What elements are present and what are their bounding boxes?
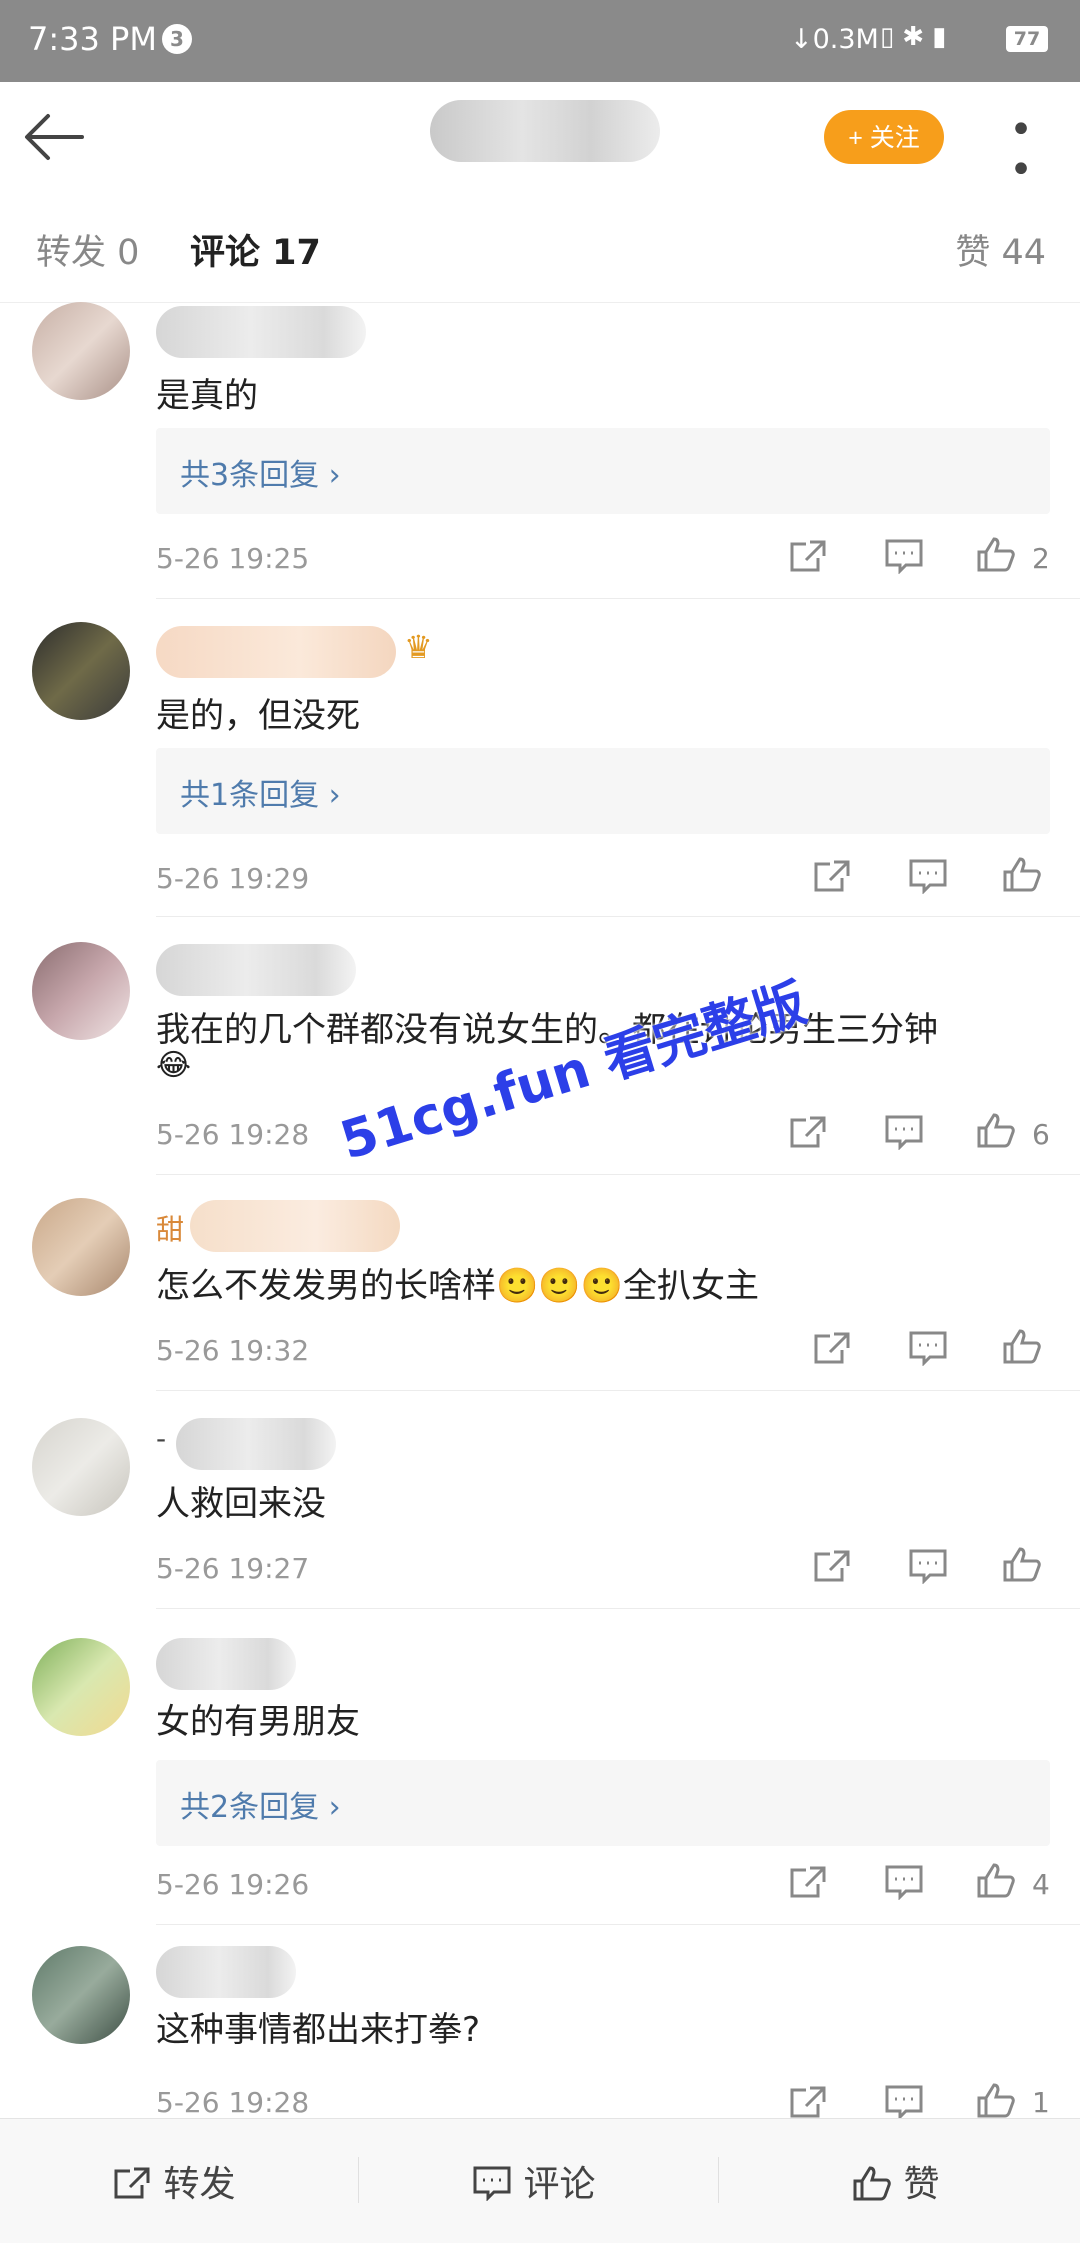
username-blurred[interactable] <box>156 306 366 358</box>
like-count: 4 <box>1032 1868 1050 1901</box>
bottom-action-bar: 转发 评论 赞 <box>0 2118 1080 2243</box>
comment-text: 是的，但没死 <box>156 696 360 736</box>
comment-icon[interactable] <box>908 1330 948 1366</box>
reply-count-label: 共2条回复 › <box>180 1790 341 1825</box>
share-icon[interactable] <box>812 1330 852 1366</box>
comment-text: 人救回来没 <box>156 1484 326 1524</box>
like-icon <box>853 2166 891 2201</box>
username-blurred[interactable] <box>156 1638 296 1690</box>
tab-repost[interactable]: 转发 0 <box>36 224 139 275</box>
comment-icon[interactable] <box>908 858 948 894</box>
like-icon[interactable] <box>976 2082 1016 2118</box>
comment-time: 5-26 19:29 <box>156 862 310 895</box>
like-icon[interactable] <box>976 1112 1016 1148</box>
like-label: 赞 <box>903 2164 940 2205</box>
divider <box>156 1608 1080 1609</box>
tab-comments[interactable]: 评论 17 <box>190 224 321 275</box>
watermark-text: 51cg.fun 看完整版 <box>333 973 814 1172</box>
like-count: 6 <box>1032 1118 1050 1151</box>
like-icon[interactable] <box>1002 1546 1042 1582</box>
comment-button[interactable]: 评论 <box>472 2155 595 2207</box>
comment-time: 5-26 19:32 <box>156 1334 310 1367</box>
avatar[interactable] <box>32 302 130 400</box>
divider <box>156 1924 1080 1925</box>
comment-time: 5-26 19:27 <box>156 1552 310 1585</box>
username-blurred[interactable] <box>156 1946 296 1998</box>
more-icon[interactable]: • • • <box>992 110 1054 230</box>
comment-time: 5-26 19:28 <box>156 1118 310 1151</box>
share-icon[interactable] <box>812 858 852 894</box>
network-speed: ↓0.3M <box>790 24 879 55</box>
comment-time: 5-26 19:25 <box>156 542 310 575</box>
avatar[interactable] <box>32 1198 130 1296</box>
comment-icon[interactable] <box>908 1548 948 1584</box>
signal-icons: ▯✱▮ <box>880 22 955 52</box>
share-icon[interactable] <box>788 1114 828 1150</box>
tab-bar: 转发 0 评论 17 赞 44 <box>0 190 1080 303</box>
share-icon[interactable] <box>788 1864 828 1900</box>
username-blurred[interactable] <box>190 1200 400 1252</box>
avatar[interactable] <box>32 1946 130 2044</box>
avatar[interactable] <box>32 1418 130 1516</box>
battery-icon: 77 <box>1006 26 1048 52</box>
avatar[interactable] <box>32 1638 130 1736</box>
like-button[interactable]: 赞 <box>852 2155 939 2207</box>
notification-count-badge: 3 <box>162 24 192 54</box>
divider <box>156 916 1080 917</box>
like-count: 2 <box>1032 542 1050 575</box>
comment-icon <box>473 2166 511 2202</box>
divider <box>718 2157 719 2203</box>
username-blurred[interactable] <box>156 626 396 678</box>
comment-text: 女的有男朋友 <box>156 1702 360 1742</box>
username-prefix: - <box>156 1422 167 1455</box>
reply-count-link[interactable]: 共1条回复 › <box>156 748 1050 834</box>
comment-text: 怎么不发发男的长啥样🙂🙂🙂全扒女主 <box>156 1266 760 1306</box>
comment-label: 评论 <box>523 2164 596 2205</box>
like-icon[interactable] <box>976 536 1016 572</box>
username-blurred[interactable] <box>176 1418 336 1470</box>
username-blurred[interactable] <box>156 944 356 996</box>
username-prefix: 甜 <box>156 1213 185 1246</box>
comment-icon[interactable] <box>884 2084 924 2120</box>
reply-count-link[interactable]: 共2条回复 › <box>156 1760 1050 1846</box>
like-count: 1 <box>1032 2086 1050 2119</box>
reply-count-label: 共3条回复 › <box>180 458 341 493</box>
emoji-laugh: 😂 <box>156 1048 192 1083</box>
repost-label: 转发 <box>163 2164 236 2205</box>
status-time: 7:33 PM <box>28 20 157 58</box>
like-icon[interactable] <box>1002 856 1042 892</box>
reply-count-label: 共1条回复 › <box>180 778 341 813</box>
share-icon[interactable] <box>812 1548 852 1584</box>
crown-badge-icon: ♛ <box>404 628 433 666</box>
comment-text: 是真的 <box>156 376 258 416</box>
divider <box>156 1174 1080 1175</box>
avatar[interactable] <box>32 942 130 1040</box>
reply-count-link[interactable]: 共3条回复 › <box>156 428 1050 514</box>
back-arrow-icon[interactable] <box>22 110 86 164</box>
comment-text: 这种事情都出来打拳? <box>156 2010 481 2050</box>
nav-bar: + 关注 • • • <box>0 82 1080 230</box>
divider <box>156 1390 1080 1391</box>
share-icon[interactable] <box>788 538 828 574</box>
divider <box>358 2157 359 2203</box>
repost-button[interactable]: 转发 <box>112 2155 235 2207</box>
comment-time: 5-26 19:26 <box>156 1868 310 1901</box>
avatar[interactable] <box>32 622 130 720</box>
like-icon[interactable] <box>1002 1328 1042 1364</box>
share-icon[interactable] <box>788 2084 828 2120</box>
author-name-blurred[interactable] <box>430 100 660 162</box>
comment-icon[interactable] <box>884 1114 924 1150</box>
like-icon[interactable] <box>976 1862 1016 1898</box>
status-bar: 7:33 PM 3 ↓0.3M ▯✱▮ 77 <box>0 0 1080 82</box>
divider <box>156 598 1080 599</box>
repost-icon <box>114 2167 150 2199</box>
follow-button[interactable]: + 关注 <box>824 110 944 164</box>
comment-icon[interactable] <box>884 538 924 574</box>
comment-time: 5-26 19:28 <box>156 2086 310 2119</box>
tab-likes[interactable]: 赞 44 <box>955 224 1046 275</box>
comment-icon[interactable] <box>884 1864 924 1900</box>
